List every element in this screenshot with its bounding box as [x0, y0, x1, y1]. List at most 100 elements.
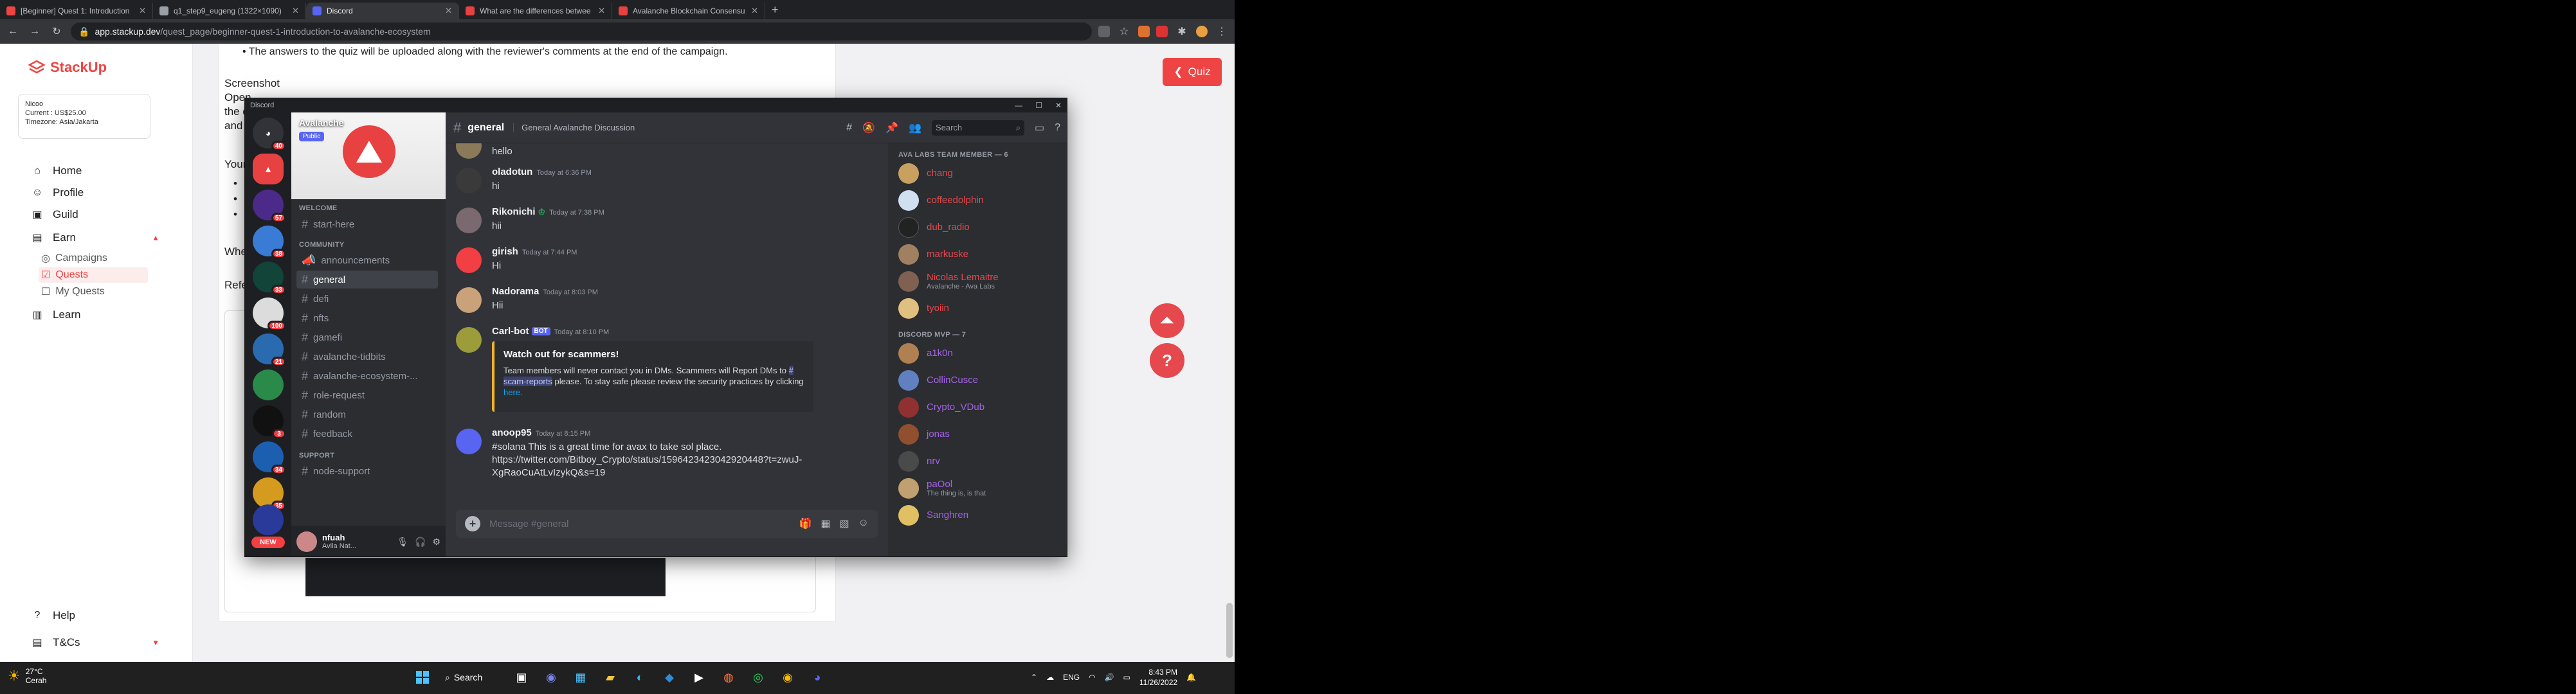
- new-tab-button[interactable]: +: [765, 3, 785, 19]
- maximize-icon[interactable]: ☐: [1035, 101, 1042, 110]
- channel-general[interactable]: # general: [296, 271, 438, 289]
- reload-icon[interactable]: ↻: [49, 25, 64, 38]
- message-author[interactable]: oladotun: [492, 166, 532, 177]
- server-icon[interactable]: 21: [253, 334, 286, 367]
- message-author[interactable]: Carl-bot: [492, 326, 529, 337]
- close-tab-icon[interactable]: ✕: [445, 6, 452, 16]
- message-avatar[interactable]: [456, 429, 482, 454]
- message-avatar[interactable]: [456, 247, 482, 273]
- channel-node-support[interactable]: # node-support: [296, 462, 438, 480]
- chevron-up-icon[interactable]: ⌃: [1031, 673, 1037, 682]
- search-input[interactable]: Search ⌕: [931, 120, 1024, 136]
- chrome-icon[interactable]: ◉: [777, 666, 799, 688]
- member-item[interactable]: CollinCusce: [893, 367, 1060, 394]
- member-item[interactable]: chang: [893, 160, 1060, 187]
- extension-metamask-icon[interactable]: [1138, 26, 1150, 37]
- nav-help[interactable]: ? Help: [31, 609, 75, 622]
- mute-bell-icon[interactable]: 🔕: [862, 121, 875, 134]
- server-icon[interactable]: [253, 504, 284, 535]
- language-indicator[interactable]: ENG: [1063, 673, 1080, 682]
- server-icon[interactable]: [253, 369, 284, 400]
- gif-icon[interactable]: ▦: [821, 517, 830, 530]
- member-item[interactable]: paOol The thing is, is that: [893, 475, 1060, 502]
- extensions-puzzle-icon[interactable]: ✱: [1174, 25, 1190, 38]
- member-item[interactable]: dub_radio: [893, 214, 1060, 241]
- address-bar[interactable]: 🔒 app.stackup.dev/quest_page/beginner-qu…: [71, 22, 1092, 40]
- media-player-icon[interactable]: ▶: [688, 666, 710, 688]
- message-avatar[interactable]: [456, 327, 482, 353]
- server-icon[interactable]: 34: [253, 441, 286, 475]
- browser-tab-stackup[interactable]: [Beginner] Quest 1: Introduction ✕: [0, 3, 153, 19]
- message-author[interactable]: Nadorama: [492, 286, 539, 297]
- bookmark-star-icon[interactable]: ☆: [1116, 25, 1132, 38]
- embed-link[interactable]: here.: [503, 387, 523, 397]
- member-item[interactable]: a1k0n: [893, 340, 1060, 367]
- nav-quests[interactable]: ☑ Quests: [39, 267, 148, 283]
- message-input[interactable]: + Message #general 🎁 ▦ ▧ ☺: [456, 510, 878, 538]
- forward-icon[interactable]: →: [27, 26, 42, 37]
- nav-earn[interactable]: ▤ Earn ▲: [31, 231, 159, 244]
- speaker-icon[interactable]: 🔊: [1105, 673, 1114, 682]
- channel-gamefi[interactable]: # gamefi: [296, 328, 438, 346]
- message-link[interactable]: https://twitter.com/Bitboy_Crypto/status…: [492, 454, 802, 465]
- member-item[interactable]: jonas: [893, 421, 1060, 448]
- profile-avatar[interactable]: [1196, 26, 1208, 37]
- server-icon[interactable]: 3: [253, 405, 286, 439]
- quiz-button[interactable]: ❮ Quiz: [1163, 58, 1222, 86]
- message-avatar[interactable]: [456, 143, 482, 159]
- member-item[interactable]: markuske: [893, 241, 1060, 268]
- battery-icon[interactable]: ▭: [1123, 673, 1130, 682]
- message[interactable]: hello: [456, 143, 880, 159]
- server-icon[interactable]: 100: [253, 298, 286, 331]
- threads-icon[interactable]: #: [846, 122, 852, 134]
- channel-defi[interactable]: # defi: [296, 290, 438, 308]
- nav-guild[interactable]: ▣ Guild: [31, 208, 78, 221]
- nav-learn[interactable]: ▥ Learn: [31, 308, 80, 321]
- user-avatar[interactable]: [296, 531, 317, 552]
- pin-icon[interactable]: 📌: [885, 121, 898, 134]
- scroll-top-button[interactable]: ⏶: [1150, 303, 1184, 338]
- firefox-icon[interactable]: ◍: [718, 666, 739, 688]
- channel-avalanche-ecosystem[interactable]: # avalanche-ecosystem-...: [296, 367, 438, 385]
- clock[interactable]: 8:43 PM 11/26/2022: [1139, 667, 1177, 688]
- teams-chat-icon[interactable]: ◉: [540, 666, 562, 688]
- task-view-icon[interactable]: ▣: [511, 666, 532, 688]
- browser-tab-discord[interactable]: Discord ✕: [306, 3, 459, 19]
- message[interactable]: anoop95 Today at 8:15 PM #solana This is …: [456, 427, 880, 479]
- microphone-icon[interactable]: 🎙: [397, 537, 408, 547]
- channel-avalanche-tidbits[interactable]: # avalanche-tidbits: [296, 348, 438, 366]
- wifi-icon[interactable]: ◠: [1089, 673, 1095, 682]
- edge-browser-icon[interactable]: ◐: [629, 666, 651, 688]
- nav-profile[interactable]: ☺ Profile: [31, 186, 84, 199]
- close-tab-icon[interactable]: ✕: [292, 6, 299, 16]
- message[interactable]: Nadorama Today at 8:03 PM Hii: [456, 286, 880, 314]
- settings-gear-icon[interactable]: ⚙: [432, 537, 440, 547]
- message-author[interactable]: Rikonichi: [492, 206, 536, 217]
- category-community[interactable]: COMMUNITY: [299, 241, 345, 249]
- nav-campaigns[interactable]: ◎ Campaigns: [39, 251, 148, 266]
- nav-my-quests[interactable]: ☐ My Quests: [39, 284, 148, 299]
- browser-menu-icon[interactable]: ⋮: [1214, 25, 1229, 38]
- stackup-logo[interactable]: StackUp: [28, 59, 107, 76]
- add-attachment-icon[interactable]: +: [465, 516, 480, 531]
- message-avatar[interactable]: [456, 208, 482, 233]
- member-item[interactable]: nrv: [893, 448, 1060, 475]
- help-icon[interactable]: ?: [1055, 122, 1060, 134]
- member-item[interactable]: coffeedolphin: [893, 187, 1060, 214]
- close-tab-icon[interactable]: ✕: [751, 6, 758, 16]
- browser-tab-consensus[interactable]: Avalanche Blockchain Consensu ✕: [612, 3, 765, 19]
- server-banner[interactable]: Avalanche Public: [291, 112, 446, 199]
- message[interactable]: Rikonichi ♔ Today at 7:38 PM hii: [456, 206, 880, 235]
- channel-announcements[interactable]: 📣 announcements: [296, 251, 438, 269]
- message-link[interactable]: XgRaoCuAtLvIzykQ&s=19: [492, 467, 605, 478]
- weather-widget[interactable]: ☀ 27°C Cerah: [8, 667, 46, 685]
- widgets-icon[interactable]: ▦: [570, 666, 592, 688]
- message-author[interactable]: anoop95: [492, 427, 532, 438]
- start-windows-icon[interactable]: [412, 666, 433, 688]
- nav-home[interactable]: ⌂ Home: [31, 165, 82, 177]
- cloud-icon[interactable]: ☁: [1046, 673, 1054, 682]
- help-button[interactable]: ?: [1150, 343, 1184, 378]
- message-author[interactable]: girish: [492, 246, 518, 257]
- member-item[interactable]: tyoiin: [893, 295, 1060, 322]
- member-item[interactable]: Nicolas Lemaitre Avalanche - Ava Labs: [893, 268, 1060, 295]
